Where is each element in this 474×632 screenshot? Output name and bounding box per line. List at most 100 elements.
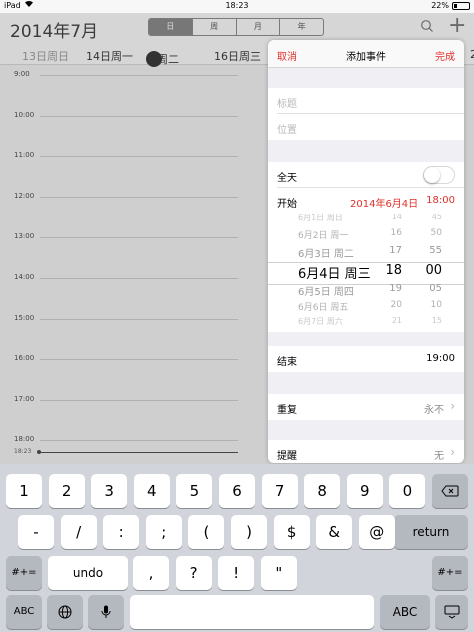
- picker-date: 6月4日 周三: [298, 267, 371, 282]
- title-placeholder: 标题: [277, 99, 297, 110]
- key-digit[interactable]: 9: [346, 474, 383, 508]
- hour-row[interactable]: 18:00: [0, 435, 268, 450]
- done-button[interactable]: 完成: [435, 48, 455, 63]
- key-punctuation[interactable]: ,: [133, 556, 169, 590]
- battery-icon: [452, 1, 470, 10]
- all-day-toggle[interactable]: [423, 166, 455, 184]
- tab-week[interactable]: 周: [191, 19, 236, 35]
- hour-row[interactable]: 13:00: [0, 232, 268, 247]
- alert-value: 无: [434, 451, 444, 462]
- picker-hour: 17: [389, 245, 402, 256]
- picker-row[interactable]: 6月7日 周六 21 15: [268, 316, 464, 332]
- keyboard-dismiss-icon: [444, 605, 459, 619]
- repeat-value: 永不: [424, 405, 444, 416]
- current-time-label: 18:23: [14, 448, 32, 455]
- key-digit[interactable]: 5: [176, 474, 213, 508]
- symbols-key-left[interactable]: #+=: [6, 556, 42, 590]
- end-time: 19:00: [426, 353, 455, 364]
- picker-minute: 15: [431, 316, 442, 325]
- hour-label: 17:00: [14, 394, 35, 403]
- microphone-icon: [101, 605, 111, 618]
- repeat-row[interactable]: 重复 永不 ›: [268, 394, 464, 420]
- day-next-partial[interactable]: 2: [470, 48, 474, 61]
- popover-nav-bar: 取消 添加事件 完成: [268, 40, 464, 68]
- key-punctuation[interactable]: !: [218, 556, 255, 590]
- month-title[interactable]: 2014年7月: [10, 17, 98, 42]
- key-symbol[interactable]: -: [18, 515, 54, 549]
- end-label: 结束: [277, 357, 297, 368]
- chevron-right-icon: ›: [450, 445, 455, 459]
- alert-row[interactable]: 提醒 无 ›: [268, 440, 464, 463]
- hour-row[interactable]: 12:00: [0, 192, 268, 207]
- hour-row[interactable]: 11:00: [0, 151, 268, 166]
- key-digit[interactable]: 4: [133, 474, 170, 508]
- key-symbol[interactable]: :: [103, 515, 140, 549]
- battery-percent: 22%: [431, 1, 449, 10]
- search-icon[interactable]: [420, 18, 434, 32]
- picker-selected-row[interactable]: 6月4日 周三 18 00: [268, 263, 464, 283]
- globe-icon: [58, 605, 72, 619]
- start-row[interactable]: 开始 2014年6月4日 18:00: [268, 188, 464, 214]
- key-symbol[interactable]: ): [231, 515, 267, 549]
- end-row[interactable]: 结束 19:00: [268, 346, 464, 372]
- tab-year[interactable]: 年: [279, 19, 323, 35]
- key-digit[interactable]: 7: [261, 474, 298, 508]
- start-date: 2014年6月4日: [350, 199, 419, 210]
- add-event-popover: 取消 添加事件 完成 标题 位置 全天 开始 2014年6月4日 18:00 6…: [268, 40, 464, 463]
- date-time-picker[interactable]: 6月1日 周日 14 45 6月2日 周一 16 50 6月3日 周二 17 55 6月4日 周三…: [268, 214, 464, 332]
- hour-row[interactable]: 10:00: [0, 111, 268, 126]
- picker-minute: 00: [425, 263, 442, 278]
- day-14[interactable]: 14日周一: [86, 48, 133, 64]
- hour-label: 18:00: [14, 435, 35, 444]
- symbols-key-right[interactable]: #+=: [432, 556, 468, 590]
- undo-key[interactable]: undo: [48, 556, 128, 590]
- hide-keyboard-key[interactable]: [435, 595, 468, 629]
- location-field[interactable]: 位置: [268, 114, 464, 140]
- key-symbol[interactable]: &: [316, 515, 353, 549]
- status-time: 18:23: [225, 1, 249, 10]
- key-symbol[interactable]: @: [358, 515, 395, 549]
- key-digit[interactable]: 8: [304, 474, 341, 508]
- key-symbol[interactable]: (: [188, 515, 225, 549]
- globe-key[interactable]: [47, 595, 83, 629]
- hour-row[interactable]: 17:00: [0, 395, 268, 410]
- add-event-icon[interactable]: +: [448, 15, 466, 37]
- abc-key-left[interactable]: ABC: [6, 595, 42, 629]
- picker-minute: 10: [430, 300, 442, 310]
- delete-key[interactable]: [432, 474, 468, 508]
- picker-date: 6月3日 周二: [298, 249, 354, 260]
- chevron-right-icon: ›: [450, 399, 455, 413]
- hour-label: 12:00: [14, 191, 35, 200]
- hour-row[interactable]: 15:00: [0, 314, 268, 329]
- abc-key-right[interactable]: ABC: [380, 595, 430, 629]
- hour-label: 9:00: [14, 70, 30, 78]
- hour-label: 16:00: [14, 354, 35, 363]
- dictation-key[interactable]: [88, 595, 124, 629]
- picker-row[interactable]: 6月3日 周二 17 55: [268, 245, 464, 265]
- hour-row[interactable]: 9:00: [0, 70, 268, 85]
- key-symbol[interactable]: ;: [145, 515, 182, 549]
- tab-month[interactable]: 月: [235, 19, 280, 35]
- key-digit[interactable]: 1: [6, 474, 42, 508]
- key-punctuation[interactable]: ": [260, 556, 297, 590]
- day-15-label: 日周二: [146, 53, 179, 66]
- hour-row[interactable]: 16:00: [0, 354, 268, 369]
- key-digit[interactable]: 6: [219, 474, 255, 508]
- key-symbol[interactable]: /: [60, 515, 97, 549]
- day-13[interactable]: 13日周日: [22, 48, 69, 64]
- return-key[interactable]: return: [394, 515, 468, 549]
- key-punctuation[interactable]: ?: [175, 556, 212, 590]
- hour-row[interactable]: 14:00: [0, 273, 268, 288]
- alert-label: 提醒: [277, 451, 297, 462]
- key-digit[interactable]: 3: [91, 474, 128, 508]
- title-field[interactable]: 标题: [268, 88, 464, 114]
- key-digit[interactable]: 2: [48, 474, 85, 508]
- day-16[interactable]: 16日周三: [214, 48, 261, 64]
- picker-hour: 18: [385, 263, 402, 278]
- key-symbol[interactable]: $: [273, 515, 310, 549]
- tab-day[interactable]: 日: [149, 19, 192, 35]
- status-bar: iPad 18:23 22%: [0, 0, 474, 13]
- hour-label: 13:00: [14, 232, 35, 241]
- space-key[interactable]: [130, 595, 374, 629]
- key-digit[interactable]: 0: [389, 474, 426, 508]
